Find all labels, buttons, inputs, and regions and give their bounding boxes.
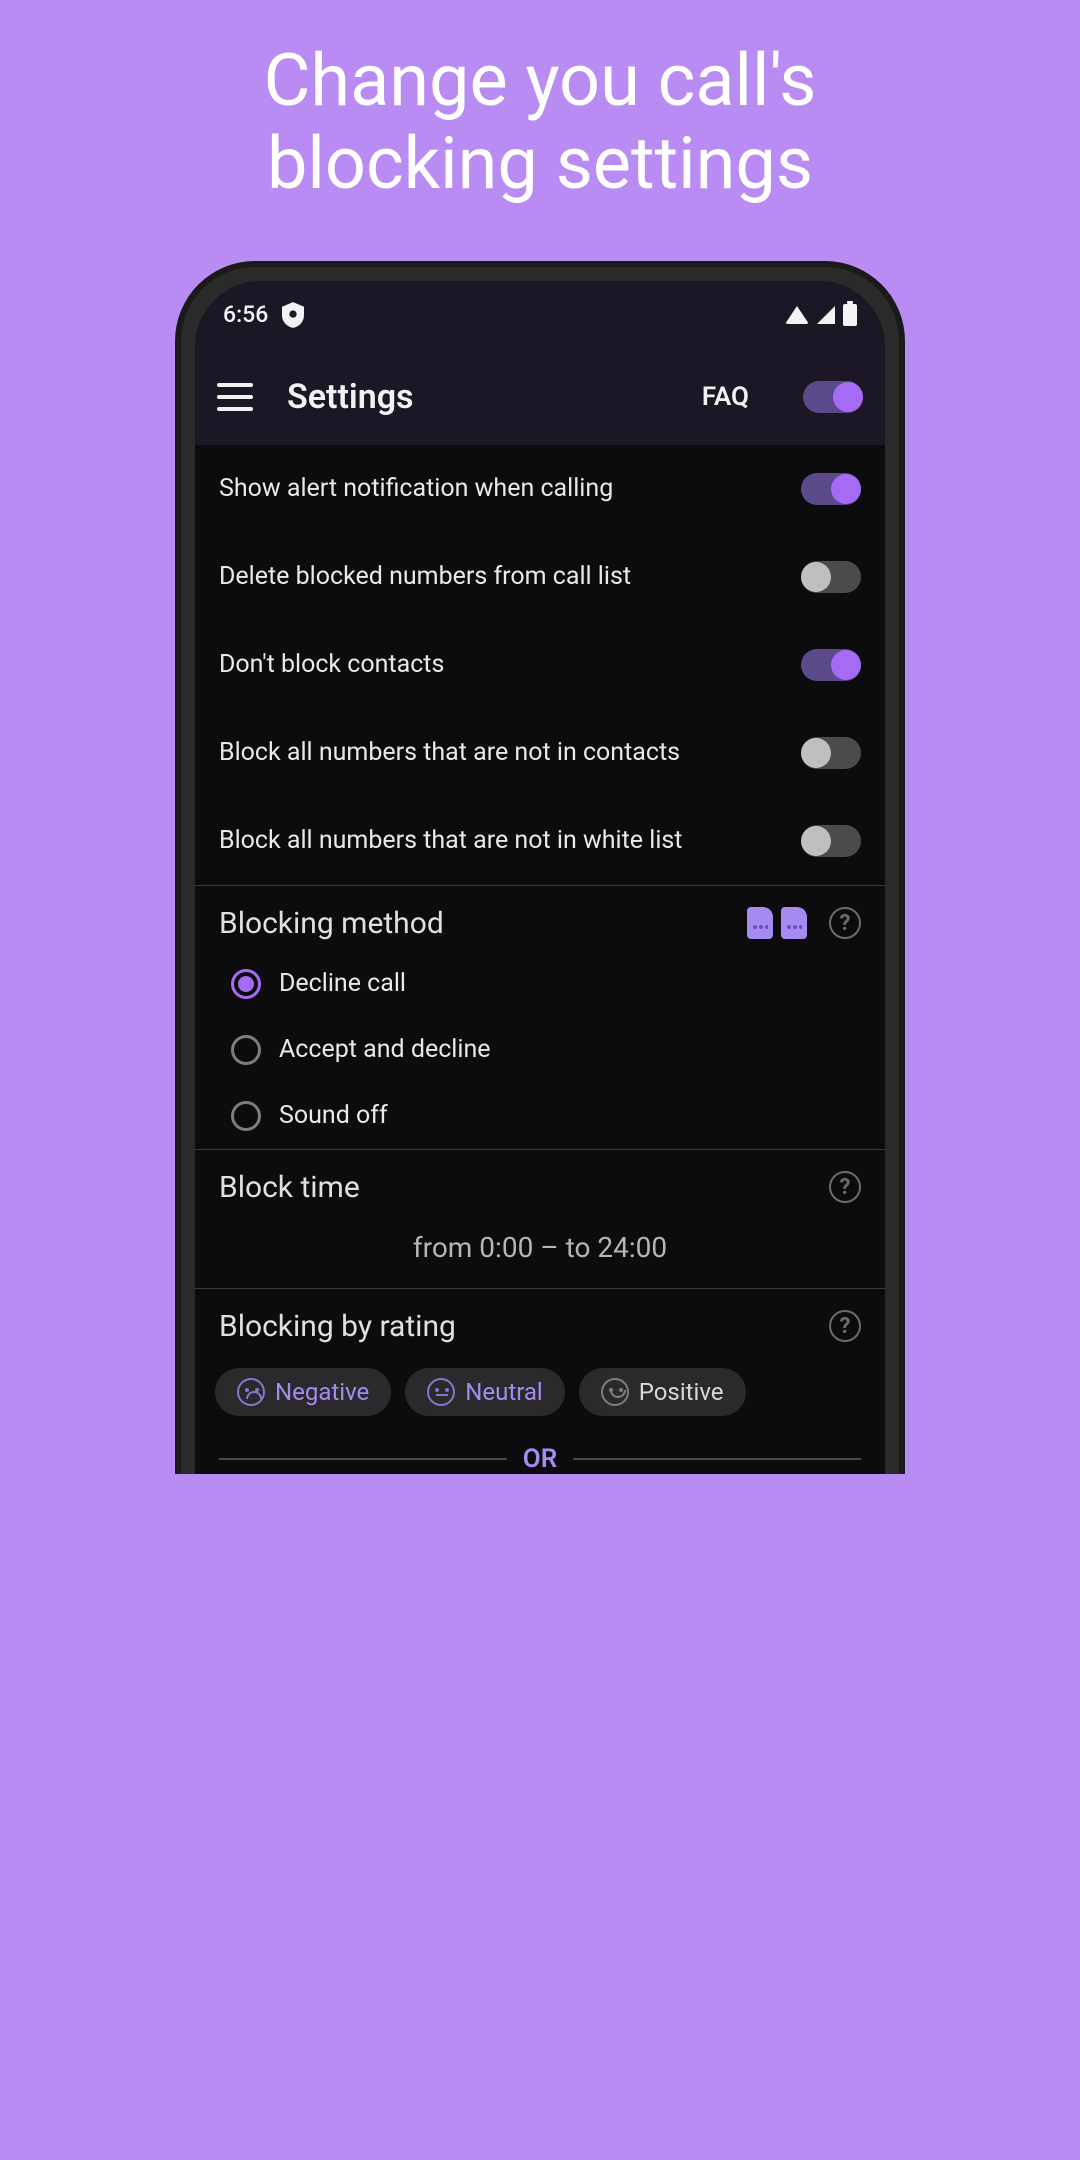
chip-label: Neutral: [465, 1378, 542, 1406]
setting-row[interactable]: Block all numbers that are not in white …: [195, 797, 885, 885]
help-icon[interactable]: ?: [829, 1310, 861, 1342]
setting-toggle[interactable]: [801, 737, 861, 769]
divider-line: [573, 1458, 861, 1460]
face-neu-icon: [427, 1378, 455, 1406]
blocking-by-rating-title: Blocking by rating: [219, 1309, 456, 1344]
rating-chips: Negative Neutral Positive: [195, 1354, 885, 1436]
setting-row[interactable]: Delete blocked numbers from call list: [195, 533, 885, 621]
setting-toggle[interactable]: [801, 561, 861, 593]
setting-label: Don't block contacts: [219, 650, 444, 679]
setting-row[interactable]: Don't block contacts: [195, 621, 885, 709]
or-divider: OR: [195, 1436, 885, 1474]
block-time-value[interactable]: from 0:00 – to 24:00: [195, 1215, 885, 1288]
sim1-icon[interactable]: [747, 907, 773, 939]
menu-icon[interactable]: [217, 383, 253, 411]
help-icon[interactable]: ?: [829, 907, 861, 939]
promo-line-1: Change you call's: [264, 38, 817, 123]
faq-button[interactable]: FAQ: [702, 382, 749, 412]
setting-toggle[interactable]: [801, 649, 861, 681]
radio-label: Accept and decline: [279, 1035, 491, 1064]
radio-button[interactable]: [231, 969, 261, 999]
radio-label: Decline call: [279, 969, 406, 998]
setting-label: Block all numbers that are not in white …: [219, 826, 682, 855]
divider-line: [219, 1458, 507, 1460]
battery-icon: [843, 304, 857, 326]
radio-option[interactable]: Accept and decline: [195, 1017, 885, 1083]
app-bar: Settings FAQ: [195, 349, 885, 445]
blocking-method-header: Blocking method ?: [195, 886, 885, 951]
help-icon[interactable]: ?: [829, 1171, 861, 1203]
setting-toggle[interactable]: [801, 473, 861, 505]
page-title: Settings: [287, 377, 668, 417]
rating-chip-neutral[interactable]: Neutral: [405, 1368, 564, 1416]
setting-label: Block all numbers that are not in contac…: [219, 738, 680, 767]
promo-title: Change you call's blocking settings: [0, 0, 1080, 236]
shield-icon: [282, 302, 304, 328]
status-time: 6:56: [223, 301, 268, 328]
status-bar: 6:56: [195, 281, 885, 349]
blocking-by-rating-header: Blocking by rating ?: [195, 1289, 885, 1354]
setting-label: Show alert notification when calling: [219, 474, 613, 503]
radio-button[interactable]: [231, 1101, 261, 1131]
or-label: OR: [523, 1444, 557, 1474]
chip-label: Positive: [639, 1378, 724, 1406]
face-pos-icon: [601, 1378, 629, 1406]
cell-signal-icon: [817, 306, 835, 324]
toggle-list: Show alert notification when calling Dele…: [195, 445, 885, 885]
radio-option[interactable]: Sound off: [195, 1083, 885, 1149]
chip-label: Negative: [275, 1378, 369, 1406]
blocking-method-title: Blocking method: [219, 906, 444, 941]
block-time-title: Block time: [219, 1170, 360, 1205]
radio-option[interactable]: Decline call: [195, 951, 885, 1017]
radio-button[interactable]: [231, 1035, 261, 1065]
promo-line-2: blocking settings: [267, 121, 813, 206]
setting-toggle[interactable]: [801, 825, 861, 857]
block-time-header: Block time ?: [195, 1150, 885, 1215]
face-sad-icon: [237, 1378, 265, 1406]
setting-row[interactable]: Show alert notification when calling: [195, 445, 885, 533]
setting-label: Delete blocked numbers from call list: [219, 562, 631, 591]
rating-chip-positive[interactable]: Positive: [579, 1368, 746, 1416]
rating-chip-negative[interactable]: Negative: [215, 1368, 391, 1416]
blocking-method-options: Decline call Accept and decline Sound off: [195, 951, 885, 1149]
device-frame: 6:56 Settings FAQ Show alert notificatio…: [175, 261, 905, 1474]
sim2-icon[interactable]: [781, 907, 807, 939]
screen: 6:56 Settings FAQ Show alert notificatio…: [195, 281, 885, 1474]
settings-content: Show alert notification when calling Dele…: [195, 445, 885, 1474]
master-toggle[interactable]: [803, 381, 863, 413]
radio-label: Sound off: [279, 1101, 388, 1130]
setting-row[interactable]: Block all numbers that are not in contac…: [195, 709, 885, 797]
wifi-icon: [785, 306, 809, 324]
